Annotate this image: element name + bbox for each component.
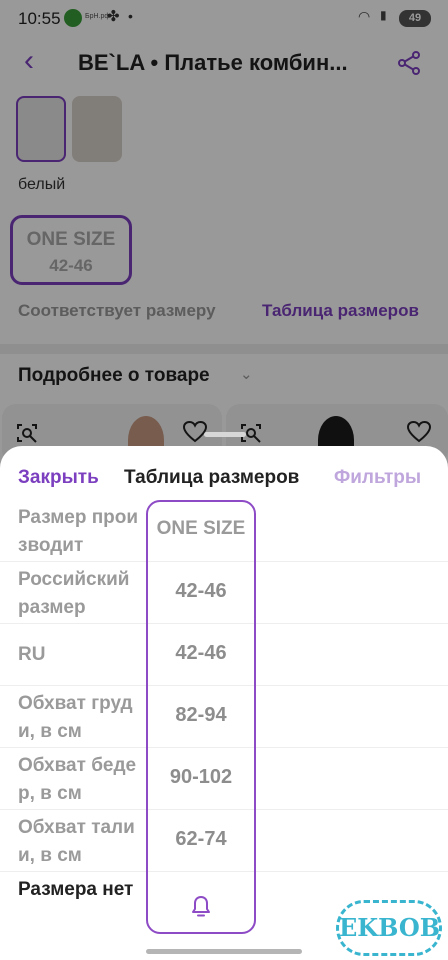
bell-svg [192,896,210,917]
home-indicator[interactable] [146,949,302,954]
filters-button[interactable]: Фильтры [334,467,421,489]
row-label: Размер производит [18,507,139,556]
row-label: Обхват груди, в см [18,693,133,742]
row-label: Российский размер [18,569,130,618]
watermark-text: EKBOB [339,913,441,942]
close-button[interactable]: Закрыть [18,467,99,489]
sheet-drag-handle[interactable] [204,432,246,437]
selected-size-column [146,500,256,934]
watermark-logo: EKBOB [336,900,442,956]
row-label: Обхват талии, в см [18,817,135,866]
row-label: Размера нет [18,879,134,900]
row-label: RU [18,644,46,665]
row-label: Обхват бедер, в см [18,755,137,804]
bell-icon[interactable] [189,893,213,919]
sheet-title: Таблица размеров [124,467,300,488]
